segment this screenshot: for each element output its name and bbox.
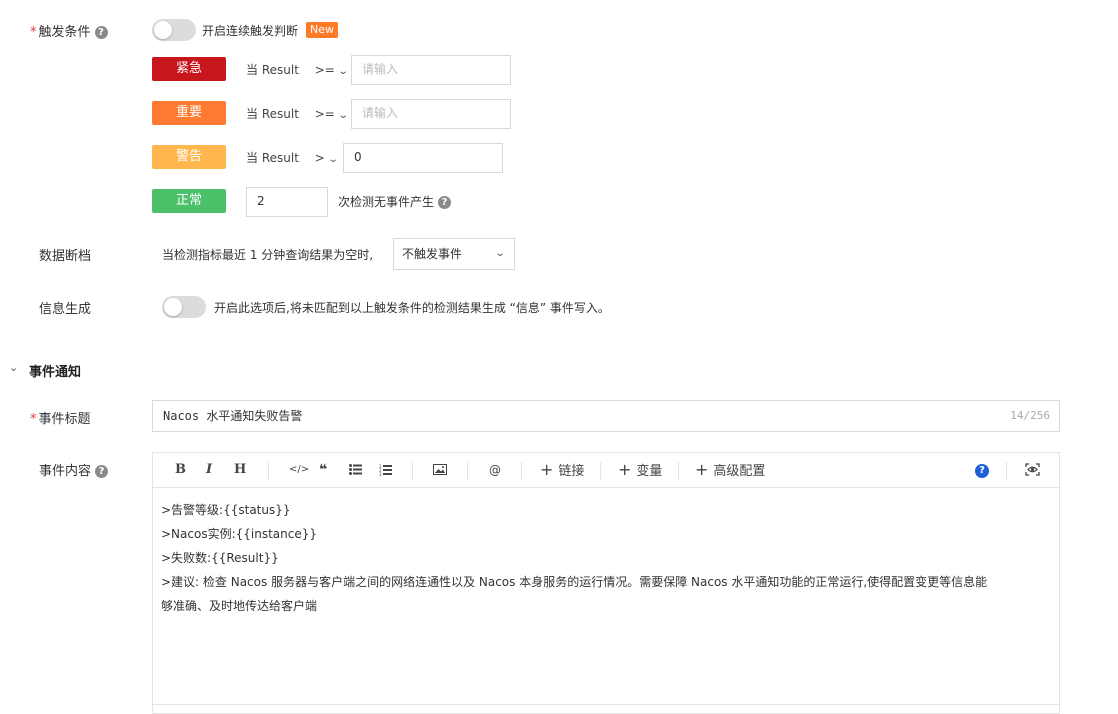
content-line: >建议: 检查 Nacos 服务器与客户端之间的网络连通性以及 Nacos 本身…	[161, 575, 988, 589]
content-line: >Nacos实例:{{instance}}	[161, 527, 317, 541]
warning-threshold-input[interactable]: 0	[343, 143, 503, 173]
info-gen-toggle[interactable]	[162, 296, 206, 318]
operator-select[interactable]: >= ⌄	[315, 63, 349, 77]
plus-icon: +	[540, 460, 554, 479]
condition-critical: 当 Result >= ⌄	[246, 63, 349, 77]
preview-eye-icon	[1025, 463, 1040, 476]
content-line: >告警等级:{{status}}	[161, 503, 291, 517]
continuous-trigger-label: 开启连续触发判断	[202, 24, 299, 38]
plus-icon: +	[695, 460, 709, 479]
italic-button[interactable]: I	[206, 453, 212, 487]
chevron-down-icon: ⌄	[327, 154, 339, 165]
preview-button[interactable]	[1025, 453, 1040, 487]
condition-warning: 当 Result > ⌄	[246, 151, 339, 165]
continuous-trigger-toggle[interactable]	[152, 19, 196, 41]
plus-icon: +	[618, 460, 632, 479]
help-icon[interactable]: ?	[94, 26, 108, 39]
bold-button[interactable]: B	[175, 453, 186, 487]
editor-help-icon[interactable]: ?	[975, 464, 989, 478]
info-gen-label: 信息生成	[39, 302, 92, 317]
trigger-label: * 触发条件?	[30, 21, 108, 40]
ordered-list-button[interactable]: 123	[379, 453, 392, 487]
critical-threshold-input[interactable]: 请输入	[351, 55, 511, 85]
help-icon[interactable]: ?	[438, 196, 452, 209]
bullet-list-button[interactable]	[349, 453, 362, 487]
condition-major: 当 Result >= ⌄	[246, 107, 349, 121]
normal-count-input[interactable]: 2	[246, 187, 328, 217]
image-icon	[433, 464, 447, 475]
new-badge: New	[306, 22, 338, 38]
level-normal-button[interactable]: 正常	[152, 189, 226, 213]
content-line: 够准确、及时地传达给客户端	[161, 599, 318, 613]
svg-text:3: 3	[379, 472, 382, 476]
editor-bottom-divider	[152, 704, 1060, 705]
event-title-label: * 事件标题	[30, 412, 91, 427]
mention-button[interactable]: @	[489, 453, 501, 487]
level-warning-button[interactable]: 警告	[152, 145, 226, 169]
editor-toolbar: B I H </> ❝ 123 @ + 链接 + 变量 + 高级配置 ?	[152, 452, 1060, 488]
insert-link-button[interactable]: + 链接	[540, 453, 584, 487]
help-icon[interactable]: ?	[95, 465, 109, 478]
data-gap-label: 数据断档	[39, 249, 92, 264]
data-gap-desc: 当检测指标最近 1 分钟查询结果为空时,	[162, 248, 374, 262]
heading-button[interactable]: H	[234, 453, 246, 487]
title-char-count: 14/256	[1010, 409, 1050, 422]
chevron-down-icon: ⌄	[337, 110, 349, 121]
quote-button[interactable]: ❝	[319, 453, 327, 487]
chevron-down-icon: ⌄	[494, 248, 506, 259]
chevron-down-icon: ⌄	[337, 66, 349, 77]
code-button[interactable]: </>	[289, 453, 309, 487]
operator-select[interactable]: >= ⌄	[315, 107, 349, 121]
event-content-label: 事件内容?	[39, 460, 109, 479]
image-button[interactable]	[433, 453, 447, 487]
notify-section-title: 事件通知	[29, 365, 82, 380]
operator-select[interactable]: > ⌄	[315, 151, 339, 165]
major-threshold-input[interactable]: 请输入	[351, 99, 511, 129]
ordered-list-icon: 123	[379, 464, 392, 477]
normal-suffix: 次检测无事件产生?	[338, 193, 452, 210]
editor-content[interactable]: >告警等级:{{status}} >Nacos实例:{{instance}} >…	[152, 488, 1060, 714]
insert-variable-button[interactable]: + 变量	[618, 453, 662, 487]
event-title-input[interactable]: Nacos 水平通知失败告警 14/256	[152, 400, 1060, 432]
collapse-chevron-icon[interactable]: ⌄	[9, 361, 18, 374]
info-gen-desc: 开启此选项后,将未匹配到以上触发条件的检测结果生成 “信息” 事件写入。	[214, 301, 610, 315]
data-gap-select[interactable]: 不触发事件 ⌄	[393, 238, 515, 270]
content-line: >失败数:{{Result}}	[161, 551, 279, 565]
level-major-button[interactable]: 重要	[152, 101, 226, 125]
level-critical-button[interactable]: 紧急	[152, 57, 226, 81]
advanced-config-button[interactable]: + 高级配置	[695, 453, 765, 487]
bullet-list-icon	[349, 464, 362, 475]
